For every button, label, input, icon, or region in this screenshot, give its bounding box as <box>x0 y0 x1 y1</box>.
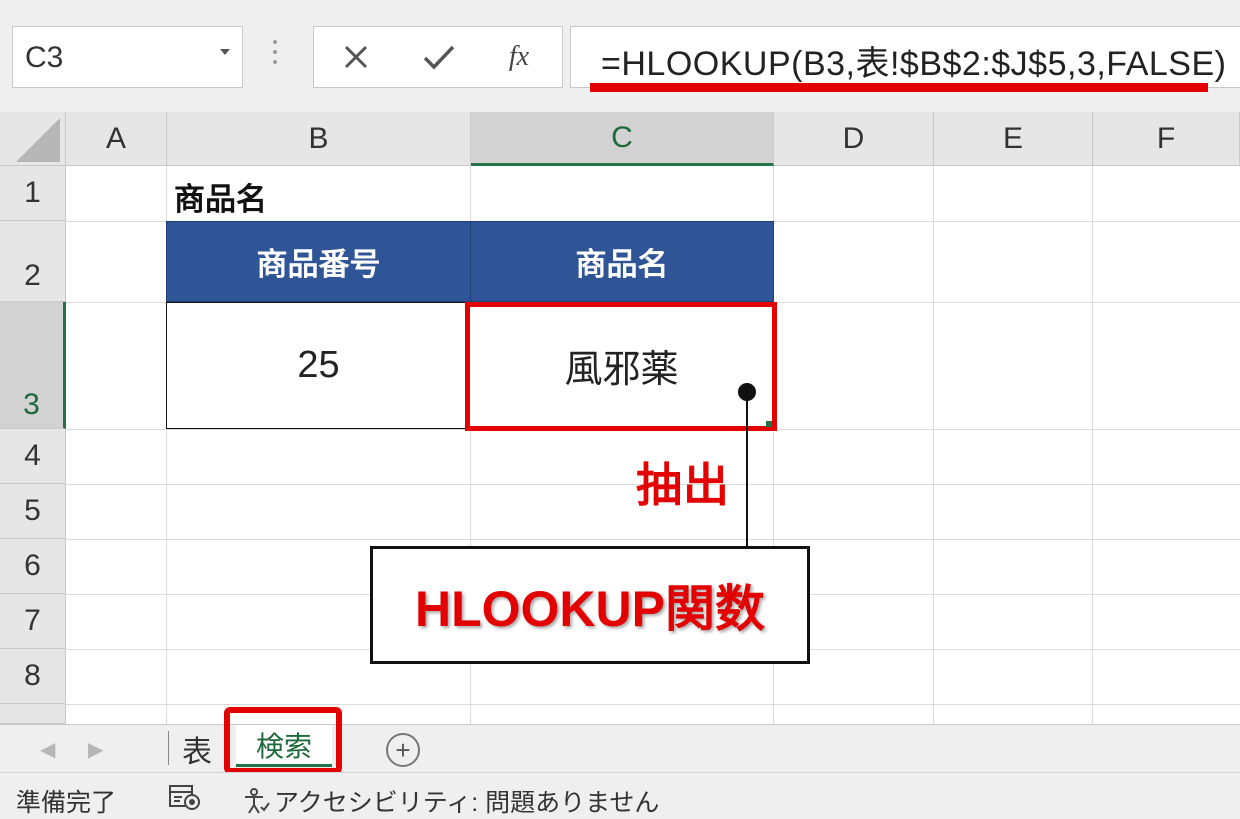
formula-input[interactable]: =HLOOKUP(B3,表!$B$2:$J$5,3,FALSE) <box>570 26 1240 88</box>
hlookup-callout: HLOOKUP関数 <box>370 546 810 664</box>
row-header-5[interactable]: 5 <box>0 484 66 539</box>
callout-dot <box>738 383 756 401</box>
active-tab-highlight <box>224 707 342 774</box>
grip-icon[interactable] <box>272 40 278 72</box>
select-all-triangle-icon <box>16 118 60 162</box>
sheet-tab-hyo[interactable]: 表 <box>182 727 212 771</box>
row-header-7[interactable]: 7 <box>0 594 66 649</box>
scroll-left-icon[interactable]: ◀ <box>40 737 55 762</box>
macro-record-icon[interactable] <box>168 783 202 811</box>
plus-circle-icon[interactable]: + <box>386 733 420 767</box>
name-box[interactable]: C3 <box>12 26 243 88</box>
row-header-2[interactable]: 2 <box>0 221 66 302</box>
chevron-down-icon[interactable] <box>220 49 230 55</box>
row-header-6[interactable]: 6 <box>0 539 66 594</box>
callout-text: HLOOKUP関数 <box>415 581 765 637</box>
cell-c2-header[interactable]: 商品名 <box>470 221 774 302</box>
formula-buttons: fx <box>313 26 563 88</box>
row-header-9-partial[interactable] <box>0 704 66 724</box>
column-header-e[interactable]: E <box>934 112 1093 166</box>
column-header-b[interactable]: B <box>167 112 471 166</box>
extract-label: 抽出 <box>636 459 730 511</box>
sheet-tab-bar: ◀ ▶ 表 検索 + <box>0 724 1240 772</box>
column-header-a[interactable]: A <box>66 112 167 166</box>
gridline <box>66 539 1240 540</box>
column-header-c[interactable]: C <box>471 112 774 166</box>
name-box-value: C3 <box>25 41 64 74</box>
formula-bar: C3 fx =HLOOKUP(B3,表!$B$2:$J$5,3,FALSE) <box>0 0 1240 112</box>
accessibility-status[interactable]: アクセシビリティ: 問題ありません <box>240 783 659 819</box>
check-icon[interactable] <box>419 37 459 77</box>
column-header-d[interactable]: D <box>774 112 934 166</box>
accessibility-text: アクセシビリティ: 問題ありません <box>274 789 660 817</box>
cell-b2-header[interactable]: 商品番号 <box>166 221 471 302</box>
selected-cell-highlight <box>465 302 777 431</box>
callout-connector-line <box>746 392 748 548</box>
cell-b1[interactable]: 商品名 <box>174 174 267 219</box>
row-header-1[interactable]: 1 <box>0 166 66 221</box>
row-header-4[interactable]: 4 <box>0 429 66 484</box>
row-header-8[interactable]: 8 <box>0 649 66 704</box>
insert-function-button[interactable]: fx <box>499 37 539 77</box>
scroll-right-icon[interactable]: ▶ <box>88 737 103 762</box>
tab-divider <box>168 731 169 765</box>
status-bar: 準備完了 アクセシビリティ: 問題ありません <box>0 772 1240 819</box>
gridline <box>66 704 1240 705</box>
column-header-f[interactable]: F <box>1093 112 1240 166</box>
status-ready: 準備完了 <box>16 789 117 817</box>
fx-icon: fx <box>508 41 530 72</box>
accessibility-icon <box>245 788 270 814</box>
formula-text: =HLOOKUP(B3,表!$B$2:$J$5,3,FALSE) <box>601 45 1227 83</box>
cell-b3[interactable]: 25 <box>166 302 471 429</box>
row-header-3[interactable]: 3 <box>0 302 66 429</box>
close-icon[interactable] <box>336 37 376 77</box>
fill-handle[interactable] <box>766 421 772 427</box>
formula-underline-annotation <box>590 83 1208 92</box>
